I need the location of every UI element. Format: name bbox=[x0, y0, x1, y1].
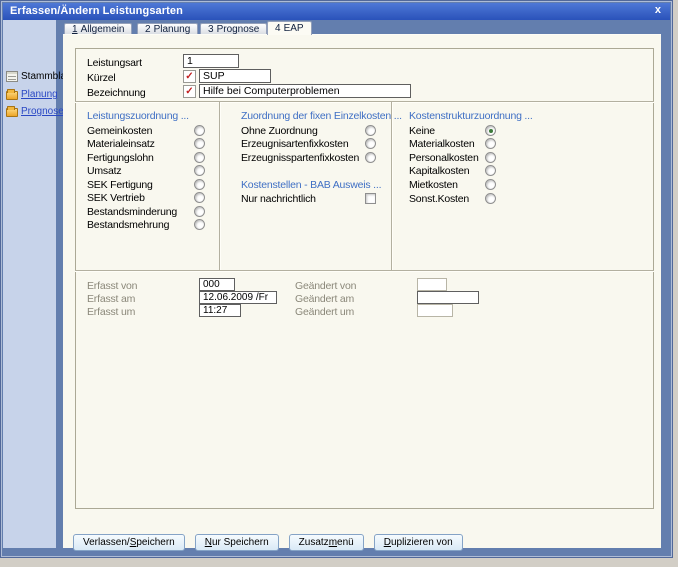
radio-bestandsminderung[interactable] bbox=[194, 206, 205, 217]
sidebar-item-label: Prognose bbox=[21, 106, 64, 117]
radio-mietkosten[interactable] bbox=[485, 179, 496, 190]
radio-kapitalkosten[interactable] bbox=[485, 165, 496, 176]
button-row: Verlassen/Speichern Nur Speichern Zusatz… bbox=[73, 534, 463, 551]
option-label: Bestandsmehrung bbox=[87, 219, 169, 231]
option-label: SEK Vertrieb bbox=[87, 192, 145, 204]
option-label: Keine bbox=[409, 125, 435, 137]
radio-sek-fertigung[interactable] bbox=[194, 179, 205, 190]
leistungsart-label: Leistungsart bbox=[87, 57, 142, 69]
verlassen-speichern-button[interactable]: Verlassen/Speichern bbox=[73, 534, 185, 551]
titlebar: Erfassen/Ändern Leistungsarten x bbox=[3, 3, 670, 20]
option-label: Materialeinsatz bbox=[87, 138, 155, 150]
desktop-background: Erfassen/Ändern Leistungsarten x Stammbl… bbox=[0, 0, 678, 567]
radio-fertigungslohn[interactable] bbox=[194, 152, 205, 163]
confirm-check-icon[interactable]: ✓ bbox=[183, 70, 196, 83]
option-label: Materialkosten bbox=[409, 138, 474, 150]
separator-line bbox=[75, 270, 654, 272]
erfasst-um-label: Erfasst um bbox=[87, 306, 135, 318]
section-title-kostenstruktur: Kostenstrukturzuordnung ... bbox=[409, 110, 533, 122]
folder-icon bbox=[6, 108, 18, 117]
geaendert-um-input[interactable] bbox=[417, 304, 453, 317]
radio-materialeinsatz[interactable] bbox=[194, 138, 205, 149]
radio-keine[interactable] bbox=[485, 125, 496, 136]
kuerzel-label: Kürzel bbox=[87, 72, 116, 84]
radio-umsatz[interactable] bbox=[194, 165, 205, 176]
section-title-leistungszuordnung: Leistungszuordnung ... bbox=[87, 110, 189, 122]
checkbox-nur-nachrichtlich[interactable] bbox=[365, 193, 376, 204]
erfasst-um-input[interactable] bbox=[199, 304, 241, 317]
radio-erzeugnisspartenfixkosten[interactable] bbox=[365, 152, 376, 163]
window-title: Erfassen/Ändern Leistungsarten bbox=[10, 5, 183, 17]
nur-speichern-button[interactable]: Nur Speichern bbox=[195, 534, 279, 551]
geaendert-um-label: Geändert um bbox=[295, 306, 354, 318]
section-title-kostenstellen: Kostenstellen - BAB Ausweis ... bbox=[241, 179, 381, 191]
bezeichnung-label: Bezeichnung bbox=[87, 87, 146, 99]
sidebar-item-label: Planung bbox=[21, 89, 58, 100]
option-label: Umsatz bbox=[87, 165, 121, 177]
option-label: Gemeinkosten bbox=[87, 125, 152, 137]
separator-line bbox=[391, 102, 393, 270]
geaendert-am-input[interactable] bbox=[417, 291, 479, 304]
content-panel: Leistungsart Kürzel ✓ Bezeichnung ✓ Leis… bbox=[63, 34, 661, 548]
radio-gemeinkosten[interactable] bbox=[194, 125, 205, 136]
option-label: Erzeugnisspartenfixkosten bbox=[241, 152, 359, 164]
option-label: Fertigungslohn bbox=[87, 152, 154, 164]
geaendert-von-input[interactable] bbox=[417, 278, 447, 291]
zusatzmenu-button[interactable]: Zusatzmenü bbox=[289, 534, 364, 551]
tab-eap[interactable]: 4EAP bbox=[267, 21, 312, 35]
option-label: Erzeugnisartenfixkosten bbox=[241, 138, 348, 150]
erfasst-am-input[interactable] bbox=[199, 291, 277, 304]
radio-bestandsmehrung[interactable] bbox=[194, 219, 205, 230]
confirm-check-icon[interactable]: ✓ bbox=[183, 85, 196, 98]
close-icon[interactable]: x bbox=[655, 4, 661, 16]
sidebar-item-stammblatt[interactable]: Stammblatt bbox=[6, 71, 72, 85]
option-label: Bestandsminderung bbox=[87, 206, 177, 218]
geaendert-am-label: Geändert am bbox=[295, 293, 354, 305]
radio-sek-vertrieb[interactable] bbox=[194, 192, 205, 203]
option-label: Mietkosten bbox=[409, 179, 458, 191]
duplizieren-von-button[interactable]: Duplizieren von bbox=[374, 534, 463, 551]
kuerzel-input[interactable] bbox=[199, 69, 271, 83]
radio-materialkosten[interactable] bbox=[485, 138, 496, 149]
radio-erzeugnisartenfixkosten[interactable] bbox=[365, 138, 376, 149]
option-label: Sonst.Kosten bbox=[409, 193, 469, 205]
option-label: Personalkosten bbox=[409, 152, 479, 164]
separator-line bbox=[75, 101, 654, 103]
sidebar-item-prognose[interactable]: Prognose bbox=[6, 106, 64, 120]
sheet-icon bbox=[6, 71, 18, 82]
sidebar-item-planung[interactable]: Planung bbox=[6, 89, 58, 103]
geaendert-von-label: Geändert von bbox=[295, 280, 356, 292]
option-label: Nur nachrichtlich bbox=[241, 193, 316, 205]
folder-icon bbox=[6, 91, 18, 100]
sidebar: Stammblatt Planung Prognose bbox=[3, 20, 56, 548]
erfasst-am-label: Erfasst am bbox=[87, 293, 135, 305]
separator-line bbox=[219, 102, 221, 270]
app-window: Erfassen/Ändern Leistungsarten x Stammbl… bbox=[0, 0, 673, 558]
erfasst-von-input[interactable] bbox=[199, 278, 235, 291]
leistungsart-input[interactable] bbox=[183, 54, 239, 68]
option-label: SEK Fertigung bbox=[87, 179, 153, 191]
radio-ohne-zuordnung[interactable] bbox=[365, 125, 376, 136]
radio-sonst-kosten[interactable] bbox=[485, 193, 496, 204]
section-title-fixe-einzelkosten: Zuordnung der fixen Einzelkosten ... bbox=[241, 110, 402, 122]
option-label: Kapitalkosten bbox=[409, 165, 469, 177]
radio-personalkosten[interactable] bbox=[485, 152, 496, 163]
erfasst-von-label: Erfasst von bbox=[87, 280, 137, 292]
option-label: Ohne Zuordnung bbox=[241, 125, 318, 137]
bezeichnung-input[interactable] bbox=[199, 84, 411, 98]
